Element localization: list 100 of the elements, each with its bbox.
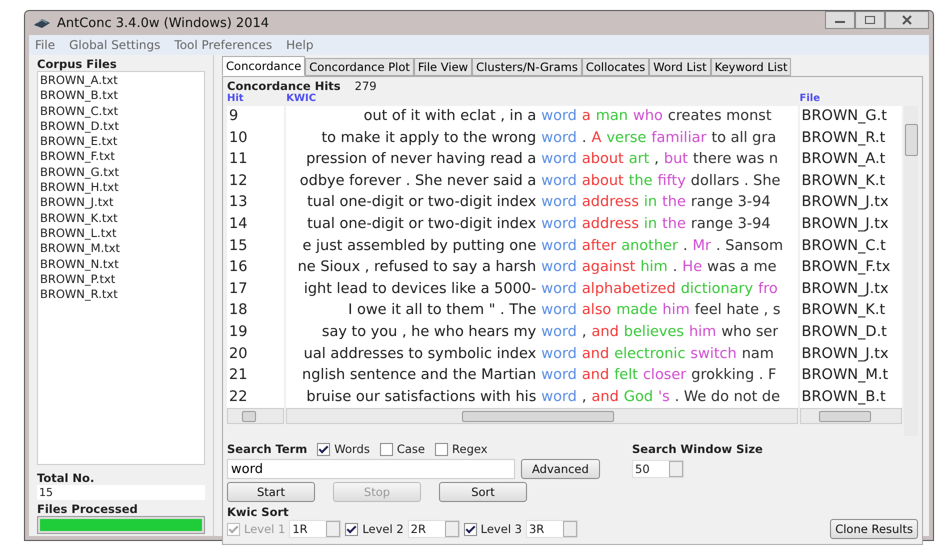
tab[interactable]: Collocates [582, 58, 650, 76]
hit-number: 19 [228, 322, 248, 342]
menu-item[interactable]: Help [286, 38, 314, 52]
context-word: him [640, 258, 668, 278]
advanced-button[interactable]: Advanced [521, 459, 600, 479]
file-name: BROWN_J.tx [800, 214, 890, 234]
column-header[interactable]: File [800, 93, 902, 106]
window-size-spinner[interactable]: 50 [632, 460, 684, 478]
checkbox-label: Regex [452, 442, 488, 456]
kwic-sort-label: Kwic Sort [227, 505, 290, 519]
context-word: who ser [721, 322, 778, 342]
checkbox[interactable] [317, 442, 330, 456]
file-list-item[interactable]: BROWN_L.txt [40, 226, 202, 242]
tab[interactable]: Concordance [222, 56, 306, 76]
checkbox[interactable] [380, 442, 393, 456]
minimize-button[interactable] [825, 11, 855, 29]
level-spinner[interactable]: 3R [526, 520, 578, 538]
file-list-item[interactable]: BROWN_P.txt [40, 272, 202, 288]
tab[interactable]: Keyword List [710, 58, 792, 76]
tab[interactable]: Word List [649, 58, 711, 76]
horizontal-scrollbar[interactable] [227, 408, 284, 424]
context-word: range 3-94 [690, 193, 771, 212]
context-word: the [662, 214, 686, 234]
file-list-item[interactable]: BROWN_N.txt [40, 256, 202, 272]
close-button[interactable] [885, 11, 929, 29]
file-list-item[interactable]: BROWN_F.txt [40, 149, 202, 165]
file-name: BROWN_J.tx [800, 280, 890, 299]
tab[interactable]: Clusters/N-Grams [472, 58, 582, 76]
keyword: word [541, 258, 577, 278]
context-word: He [682, 258, 702, 278]
tab[interactable]: Concordance Plot [305, 58, 414, 76]
column-header[interactable]: Hit [227, 93, 284, 106]
hit-number: 11 [228, 150, 248, 170]
context-word: electronic [614, 344, 686, 364]
context-word: in [644, 193, 658, 212]
app-icon [33, 17, 51, 29]
context-word: a [582, 107, 591, 126]
hit-number: 9 [228, 107, 240, 126]
keyword: word [541, 193, 577, 212]
level-label: Level 3 [480, 522, 522, 536]
total-field: 15 [37, 485, 205, 500]
context-word: dollars . She [690, 172, 780, 191]
hit-number: 15 [228, 236, 248, 256]
checkbox[interactable] [435, 442, 448, 456]
context-word: verse [606, 128, 646, 148]
column-header[interactable]: KWIC [286, 93, 798, 106]
context-word: to all gra [711, 128, 776, 148]
left-context: tual one-digit or two-digit index [307, 214, 536, 234]
file-list-item[interactable]: BROWN_G.txt [40, 164, 202, 180]
context-word: God [624, 388, 654, 407]
horizontal-scrollbar[interactable] [800, 408, 902, 424]
context-word: was a me [707, 258, 777, 278]
level-label: Level 2 [362, 522, 404, 536]
left-context: ight lead to devices like a 5000- [304, 280, 536, 299]
action-button[interactable]: Start [227, 482, 315, 502]
hit-number: 18 [228, 301, 248, 320]
maximize-button[interactable] [855, 11, 885, 29]
search-field[interactable]: word [227, 459, 515, 479]
menu-item[interactable]: Tool Preferences [174, 38, 272, 52]
context-word: fro [758, 280, 778, 299]
file-list-item[interactable]: BROWN_B.txt [40, 88, 202, 104]
action-button[interactable]: Sort [439, 482, 527, 502]
context-word: made [616, 301, 658, 320]
keyword: word [541, 150, 577, 170]
checkbox[interactable] [464, 522, 477, 536]
keyword: word [541, 214, 577, 234]
context-word: and [582, 344, 610, 364]
context-word: art [628, 150, 650, 170]
menu-item[interactable]: File [35, 38, 56, 52]
checkbox[interactable] [345, 522, 358, 536]
file-list-item[interactable]: BROWN_E.txt [40, 134, 202, 150]
context-word: believes [624, 322, 684, 342]
context-word: felt [614, 366, 638, 386]
hit-number: 10 [228, 128, 248, 148]
file-name: BROWN_K.t [800, 172, 886, 191]
file-list-item[interactable]: BROWN_H.txt [40, 180, 202, 196]
file-name: BROWN_M.t [800, 366, 890, 386]
context-word: feel hate , s [694, 301, 780, 320]
tab[interactable]: File View [414, 58, 472, 76]
file-list-item[interactable]: BROWN_D.txt [40, 118, 202, 134]
hits-label: Concordance Hits [227, 79, 341, 93]
context-word: nam [742, 344, 774, 364]
left-context: e just assembled by putting one [302, 236, 536, 256]
file-list-item[interactable]: BROWN_M.txt [40, 241, 202, 257]
hit-number: 12 [228, 172, 248, 191]
file-list-item[interactable]: BROWN_A.txt [40, 73, 202, 88]
field-label: Total No. [37, 471, 96, 485]
keyword: word [541, 280, 577, 299]
horizontal-scrollbar[interactable] [286, 408, 798, 424]
context-word: . We do not de [674, 388, 780, 407]
file-list-item[interactable]: BROWN_J.txt [40, 195, 202, 211]
file-list-item[interactable]: BROWN_R.txt [40, 287, 202, 302]
level-spinner[interactable]: 2R [408, 520, 460, 538]
left-context: out of it with eclat , in a [364, 107, 536, 126]
clone-results-button[interactable]: Clone Results [830, 519, 918, 539]
left-context: I owe it all to them " . The [348, 301, 536, 320]
menu-item[interactable]: Global Settings [69, 38, 160, 52]
vertical-scrollbar[interactable] [904, 106, 918, 436]
file-list-item[interactable]: BROWN_C.txt [40, 104, 202, 119]
file-list-item[interactable]: BROWN_K.txt [40, 210, 202, 226]
